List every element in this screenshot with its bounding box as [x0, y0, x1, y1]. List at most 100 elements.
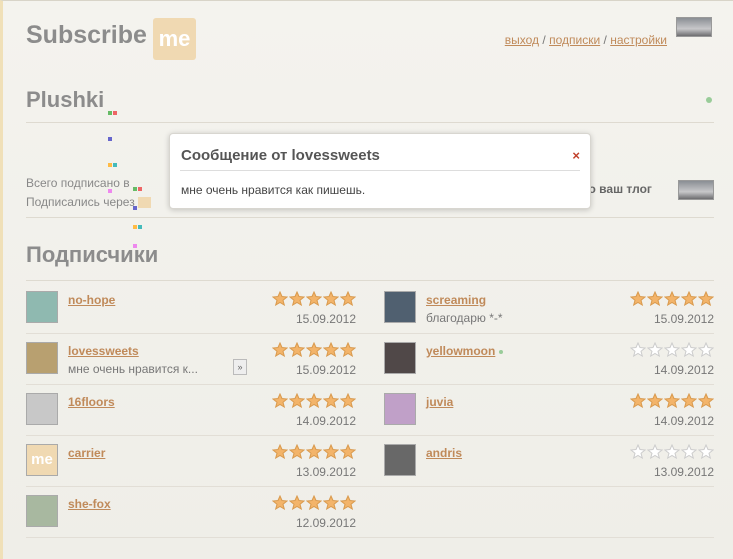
star-filled-icon[interactable]: [340, 342, 356, 357]
star-empty-icon[interactable]: [664, 444, 680, 459]
username-link[interactable]: she-fox: [68, 497, 111, 511]
star-filled-icon[interactable]: [630, 393, 646, 408]
avatar[interactable]: [384, 342, 416, 374]
star-filled-icon[interactable]: [340, 291, 356, 306]
message-modal: Сообщение от lovessweets × мне очень нра…: [169, 133, 591, 209]
rating-stars[interactable]: [630, 393, 714, 408]
subscriber-item: she-fox 12.09.2012: [26, 485, 356, 535]
username-link[interactable]: 16floors: [68, 395, 115, 409]
subscriber-item: no-hope 15.09.2012: [26, 281, 356, 331]
star-filled-icon[interactable]: [272, 393, 288, 408]
rating-stars[interactable]: [272, 342, 356, 357]
star-filled-icon[interactable]: [306, 444, 322, 459]
star-filled-icon[interactable]: [323, 342, 339, 357]
row-divider: [26, 537, 714, 538]
subscribe-date: 14.09.2012: [653, 414, 714, 428]
star-filled-icon[interactable]: [289, 291, 305, 306]
star-filled-icon[interactable]: [664, 291, 680, 306]
subscribe-date: 13.09.2012: [653, 465, 714, 479]
settings-link[interactable]: настройки: [610, 33, 667, 47]
star-filled-icon[interactable]: [664, 393, 680, 408]
star-filled-icon[interactable]: [272, 495, 288, 510]
star-filled-icon[interactable]: [289, 495, 305, 510]
subscriber-message: мне очень нравится к...: [68, 362, 198, 376]
rating-stars[interactable]: [272, 495, 356, 510]
star-filled-icon[interactable]: [698, 393, 714, 408]
avatar[interactable]: [26, 393, 58, 425]
star-empty-icon[interactable]: [647, 342, 663, 357]
rating-stars[interactable]: [630, 444, 714, 459]
star-filled-icon[interactable]: [306, 495, 322, 510]
star-filled-icon[interactable]: [630, 291, 646, 306]
subscribe-date: 14.09.2012: [295, 414, 356, 428]
separator: /: [542, 33, 546, 47]
tlog-thumb[interactable]: [678, 180, 714, 200]
star-filled-icon[interactable]: [289, 342, 305, 357]
subscribe-date: 15.09.2012: [295, 363, 356, 377]
row-divider: [26, 384, 714, 385]
rating-stars[interactable]: [272, 444, 356, 459]
color-grid-icon: [132, 179, 147, 248]
online-dot: [499, 349, 504, 354]
avatar[interactable]: [26, 342, 58, 374]
star-filled-icon[interactable]: [340, 444, 356, 459]
star-filled-icon[interactable]: [272, 342, 288, 357]
star-empty-icon[interactable]: [630, 342, 646, 357]
star-filled-icon[interactable]: [306, 291, 322, 306]
subscriber-item: lovessweets мне очень нравится к... » 15.09…: [26, 332, 356, 382]
rating-stars[interactable]: [272, 291, 356, 306]
blog-title: Plushki: [26, 87, 122, 194]
star-empty-icon[interactable]: [681, 342, 697, 357]
avatar[interactable]: [384, 291, 416, 323]
star-filled-icon[interactable]: [323, 444, 339, 459]
star-empty-icon[interactable]: [698, 444, 714, 459]
star-filled-icon[interactable]: [647, 393, 663, 408]
star-filled-icon[interactable]: [289, 444, 305, 459]
username-link[interactable]: lovessweets: [68, 344, 139, 358]
star-filled-icon[interactable]: [289, 393, 305, 408]
avatar[interactable]: [26, 291, 58, 323]
star-empty-icon[interactable]: [681, 444, 697, 459]
star-filled-icon[interactable]: [306, 342, 322, 357]
username-link[interactable]: yellowmoon: [426, 344, 504, 358]
star-filled-icon[interactable]: [306, 393, 322, 408]
username-link[interactable]: no-hope: [68, 293, 115, 307]
username-link[interactable]: juvia: [426, 395, 453, 409]
star-filled-icon[interactable]: [340, 393, 356, 408]
avatar[interactable]: [384, 444, 416, 476]
star-empty-icon[interactable]: [664, 342, 680, 357]
star-filled-icon[interactable]: [323, 495, 339, 510]
username-link[interactable]: carrier: [68, 446, 105, 460]
star-filled-icon[interactable]: [647, 291, 663, 306]
expand-message-button[interactable]: »: [233, 359, 247, 375]
star-filled-icon[interactable]: [681, 393, 697, 408]
star-empty-icon[interactable]: [630, 444, 646, 459]
avatar[interactable]: me: [26, 444, 58, 476]
username-link[interactable]: andris: [426, 446, 462, 460]
exit-link[interactable]: выход: [505, 33, 539, 47]
subscriptions-link[interactable]: подписки: [549, 33, 600, 47]
star-empty-icon[interactable]: [698, 342, 714, 357]
star-filled-icon[interactable]: [340, 495, 356, 510]
avatar[interactable]: [384, 393, 416, 425]
star-filled-icon[interactable]: [272, 444, 288, 459]
star-filled-icon[interactable]: [698, 291, 714, 306]
top-links: выход / подписки / настройки: [505, 33, 667, 47]
avatar[interactable]: [26, 495, 58, 527]
star-filled-icon[interactable]: [681, 291, 697, 306]
star-filled-icon[interactable]: [272, 291, 288, 306]
rating-stars[interactable]: [630, 291, 714, 306]
subscriber-item: screaming благодарю *-* 15.09.2012: [384, 281, 714, 331]
user-avatar-thumb[interactable]: [676, 17, 712, 37]
star-empty-icon[interactable]: [647, 444, 663, 459]
rating-stars[interactable]: [272, 393, 356, 408]
logo-badge[interactable]: me: [153, 18, 196, 60]
color-grid-icon: [108, 96, 122, 194]
star-filled-icon[interactable]: [323, 393, 339, 408]
subscribe-date: 14.09.2012: [653, 363, 714, 377]
rating-stars[interactable]: [630, 342, 714, 357]
username-link[interactable]: screaming: [426, 293, 486, 307]
subscribe-date: 15.09.2012: [653, 312, 714, 326]
close-icon[interactable]: ×: [572, 148, 580, 163]
star-filled-icon[interactable]: [323, 291, 339, 306]
